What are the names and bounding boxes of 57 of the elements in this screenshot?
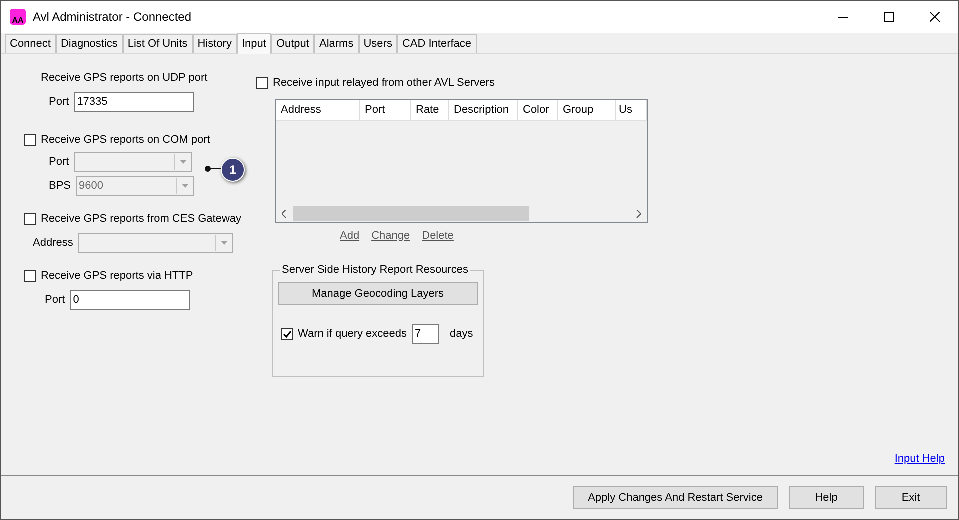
checkbox[interactable] bbox=[281, 328, 293, 340]
scrollbar-thumb[interactable] bbox=[293, 206, 529, 221]
footer-button[interactable]: Exit bbox=[875, 486, 947, 509]
footer-button[interactable]: Apply Changes And Restart Service bbox=[573, 486, 778, 509]
action-link[interactable]: Add bbox=[340, 230, 360, 242]
checkbox-label: Receive GPS reports from CES Gateway bbox=[41, 213, 242, 225]
scroll-left-icon[interactable] bbox=[282, 210, 287, 218]
checkbox[interactable] bbox=[24, 270, 36, 282]
column-header[interactable]: Rate bbox=[411, 100, 449, 120]
checkbox-label: Warn if query exceeds bbox=[298, 328, 408, 340]
section-label: Receive GPS reports on UDP port bbox=[41, 72, 208, 84]
tab[interactable]: List Of Units bbox=[122, 34, 193, 53]
dropdown-arrow-icon bbox=[182, 184, 189, 188]
column-header[interactable]: Address bbox=[276, 100, 360, 120]
app-icon: AA bbox=[10, 9, 26, 25]
dropdown-arrow-icon bbox=[220, 241, 228, 245]
action-link[interactable]: Change bbox=[372, 230, 410, 242]
tab[interactable]: CAD Interface bbox=[397, 34, 477, 53]
checkbox-label: Receive GPS reports on COM port bbox=[41, 134, 210, 146]
close-icon bbox=[930, 12, 940, 22]
leader-line bbox=[205, 166, 223, 172]
column-header[interactable]: Group bbox=[558, 100, 616, 120]
tab[interactable]: Alarms bbox=[314, 34, 359, 53]
column-header[interactable]: Port bbox=[360, 100, 411, 120]
maximize-icon bbox=[884, 12, 894, 22]
action-link[interactable]: Delete bbox=[422, 230, 454, 242]
field-label: Port bbox=[49, 156, 70, 168]
field-label: Address bbox=[33, 237, 74, 249]
scroll-right-icon[interactable] bbox=[636, 210, 641, 218]
minimize-icon bbox=[838, 16, 848, 18]
server-list[interactable]: Address Port Rate Description Color Group Us bbox=[275, 99, 648, 223]
tab[interactable]: Output bbox=[271, 34, 314, 53]
tab[interactable]: Users bbox=[358, 34, 398, 53]
checkbox[interactable] bbox=[256, 77, 268, 89]
field-label: Port bbox=[49, 96, 70, 108]
checkbox-label: Receive GPS reports via HTTP bbox=[41, 270, 194, 282]
footer-button[interactable]: Help bbox=[789, 486, 864, 509]
checkbox-label: Receive input relayed from other AVL Servers bbox=[273, 77, 495, 89]
port-field[interactable]: 17335 bbox=[74, 92, 194, 112]
column-header[interactable]: Description bbox=[449, 100, 518, 120]
column-header[interactable]: Color bbox=[518, 100, 558, 120]
tab[interactable]: Input bbox=[236, 33, 272, 54]
column-header[interactable]: Us bbox=[616, 100, 647, 120]
manage-layers-button[interactable]: Manage Geocoding Layers bbox=[278, 282, 478, 305]
dropdown-arrow-icon bbox=[180, 160, 187, 164]
field-label: BPS bbox=[49, 180, 72, 192]
callout-badge: 1 bbox=[221, 158, 245, 182]
tab[interactable]: Diagnostics bbox=[56, 34, 123, 53]
group-title: Server Side History Report Resources bbox=[281, 264, 470, 276]
help-link[interactable]: Input Help bbox=[894, 453, 945, 465]
days-field[interactable]: 7 bbox=[412, 324, 440, 344]
port-field[interactable]: 0 bbox=[70, 290, 190, 310]
window-title: Avl Administrator - Connected bbox=[33, 10, 193, 24]
tab[interactable]: History bbox=[192, 34, 237, 53]
unit-label: days bbox=[450, 328, 474, 340]
field-label: Port bbox=[45, 294, 66, 306]
tab[interactable]: Connect bbox=[5, 34, 56, 53]
